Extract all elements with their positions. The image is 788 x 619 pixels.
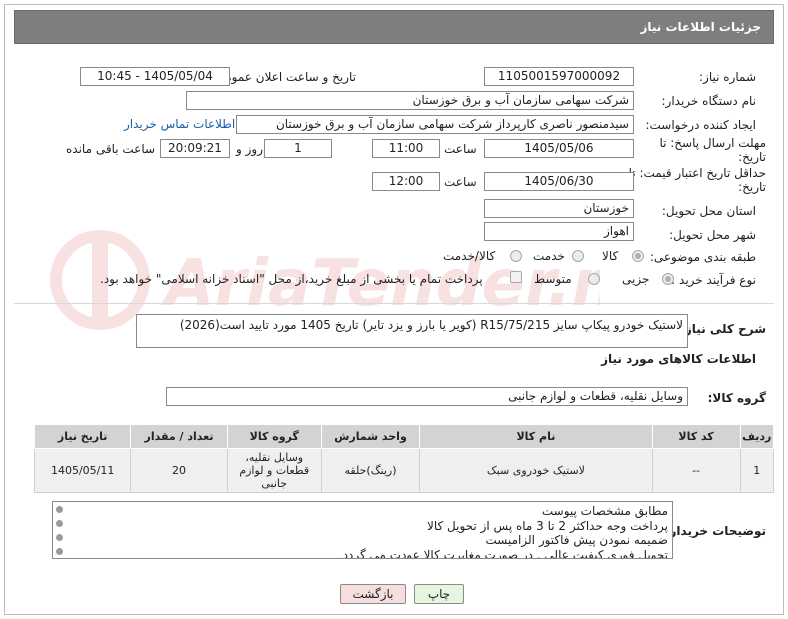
deadline-time-label: ساعت [444,142,477,156]
treasury-payment-note: پرداخت تمام یا بخشی از مبلغ خرید،از محل … [100,272,483,286]
deadline-time-field[interactable]: 11:00 [372,139,440,158]
creator-label: ایجاد کننده درخواست: [645,118,756,132]
need-number-label: شماره نیاز: [699,70,756,84]
announce-field[interactable]: 1405/05/04 - 10:45 [80,67,230,86]
col-header-need-date: تاریخ نیاز [33,424,132,449]
category-label: طبقه بندی موضوعی: [649,250,756,264]
process-radio-medium[interactable] [588,273,600,285]
scroll-dot-icon [56,548,63,555]
buyer-field[interactable]: شرکت سهامی سازمان آب و برق خوزستان [186,91,634,110]
buyer-notes-label: توضیحات خریدار: [664,524,766,538]
items-table-header: ردیف کد کالا نام کالا واحد شمارش گروه کا… [33,424,775,449]
buyer-notes-textarea[interactable]: مطابق مشخصات پیوست پرداخت وجه حداکثر 2 ت… [52,501,673,559]
col-header-name: نام کالا [419,424,653,449]
col-header-group: گروه کالا [226,424,322,449]
section-divider [14,303,774,304]
province-label: استان محل تحویل: [661,204,756,218]
remaining-time-field[interactable]: 20:09:21 [160,139,230,158]
goods-group-label: گروه کالا: [707,391,766,405]
buyer-note-line: مطابق مشخصات پیوست [541,504,668,518]
days-label: روز و [236,142,263,156]
category-radio-goods-service[interactable] [510,250,522,262]
cell-row: 1 [739,448,775,493]
items-table: ردیف کد کالا نام کالا واحد شمارش گروه کا… [33,424,775,493]
days-remaining-field[interactable]: 1 [264,139,332,158]
cell-name: لاستیک خودروی سبک [419,448,653,493]
remaining-time-label: ساعت باقی مانده [66,142,156,156]
cell-group: وسایل نقلیه، قطعات و لوازم جانبی [226,448,322,493]
city-label: شهر محل تحویل: [669,228,756,242]
category-option-goods: کالا [602,249,619,263]
process-radio-minor[interactable] [662,273,674,285]
validity-time-label: ساعت [444,175,477,189]
cell-need-date: 1405/05/11 [33,448,132,493]
buyer-note-line: تحویل فوری کیفیت عالی . در صورت مغایرت ک… [342,547,668,559]
treasury-payment-checkbox[interactable] [510,271,522,283]
province-field[interactable]: خوزستان [484,199,634,218]
buyer-note-line: پرداخت وجه حداکثر 2 تا 3 ماه پس از تحویل… [427,518,668,533]
validity-label: حداقل تاریخ اعتبار قیمت: تا تاریخ: [628,166,766,194]
process-option-minor: جزیی [622,272,650,286]
notes-scrollbar[interactable] [54,503,66,557]
announce-label: تاریخ و ساعت اعلان عمومی: [211,70,356,84]
validity-time-field[interactable]: 12:00 [372,172,440,191]
process-label: نوع فرآیند خرید : [671,273,756,287]
back-button[interactable]: بازگشت [340,584,406,604]
category-option-service: خدمت [533,249,565,263]
buyer-note-line: ضمیمه نمودن پیش فاکتور الزامیست [485,533,668,547]
page-title: جزئیات اطلاعات نیاز [640,20,761,34]
category-option-goods-service: کالا/خدمت [443,249,496,263]
deadline-label: مهلت ارسال پاسخ: تا تاریخ: [659,136,766,164]
need-number-field[interactable]: 1105001597000092 [484,67,634,86]
col-header-code: کد کالا [651,424,741,449]
scroll-dot-icon [56,506,63,513]
deadline-date-field[interactable]: 1405/05/06 [484,139,634,158]
page-header: جزئیات اطلاعات نیاز [14,10,774,44]
validity-date-field[interactable]: 1405/06/30 [484,172,634,191]
col-header-row: ردیف [739,424,775,449]
buyer-label: نام دستگاه خریدار: [661,94,757,108]
description-textarea[interactable]: لاستیک خودرو پیکاپ سایز R15/75/215 (کویر… [136,314,688,348]
process-option-medium: متوسط [534,272,572,286]
col-header-unit: واحد شمارش [320,424,421,449]
contact-info-link[interactable]: اطلاعات تماس خریدار [124,117,235,131]
cell-unit: (رینگ)حلقه [320,448,421,493]
cell-quantity: 20 [130,448,228,493]
col-header-quantity: تعداد / مقدار [130,424,228,449]
goods-info-title: اطلاعات کالاهای مورد نیاز [601,352,756,366]
goods-group-field[interactable]: وسایل نقلیه، قطعات و لوازم جانبی [166,387,688,406]
city-field[interactable]: اهواز [484,222,634,241]
category-radio-service[interactable] [572,250,584,262]
scroll-dot-icon [56,534,63,541]
print-button[interactable]: چاپ [414,584,464,604]
cell-code: -- [651,448,741,493]
description-label: شرح کلی نیاز: [680,322,766,336]
category-radio-goods[interactable] [632,250,644,262]
scroll-dot-icon [56,520,63,527]
creator-field[interactable]: سیدمنصور ناصری کارپرداز شرکت سهامی سازما… [236,115,634,134]
table-row[interactable]: 1 -- لاستیک خودروی سبک (رینگ)حلقه وسایل … [33,448,775,493]
